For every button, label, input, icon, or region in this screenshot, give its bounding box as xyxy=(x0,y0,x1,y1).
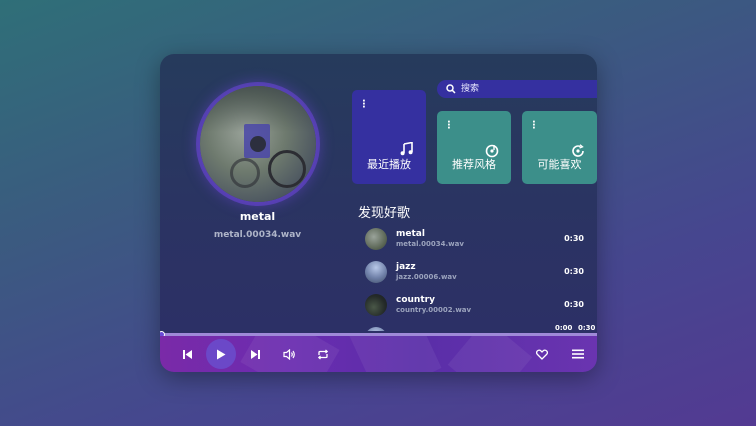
current-time: 0:00 xyxy=(555,324,573,332)
song-duration: 0:30 xyxy=(564,267,584,276)
song-duration: 0:30 xyxy=(564,300,584,309)
song-file: jazz.00006.wav xyxy=(396,273,457,281)
more-icon[interactable]: · · · xyxy=(447,118,451,134)
music-player-window: metal metal.00034.wav ··· 最近播放 ··· 推荐风格 … xyxy=(160,54,597,372)
album-art-disc xyxy=(200,86,316,202)
search-box[interactable] xyxy=(437,80,597,98)
play-icon xyxy=(217,349,226,359)
next-button[interactable] xyxy=(246,345,264,363)
hamburger-menu-icon xyxy=(572,349,584,359)
song-file: metal.00034.wav xyxy=(396,240,464,248)
search-input[interactable] xyxy=(461,81,591,97)
volume-icon xyxy=(282,348,295,360)
favorite-button[interactable] xyxy=(533,345,551,363)
song-thumbnail xyxy=(365,327,387,331)
section-title: 发现好歌 xyxy=(358,206,411,221)
song-row[interactable]: country country.00002.wav 0:30 xyxy=(365,292,590,325)
song-file: country.00002.wav xyxy=(396,306,472,314)
previous-button[interactable] xyxy=(178,345,196,363)
song-name: ... xyxy=(396,328,406,331)
volume-button[interactable] xyxy=(280,345,298,363)
more-icon[interactable]: · · · xyxy=(362,97,366,113)
song-name: jazz xyxy=(396,262,416,272)
song-thumbnail xyxy=(365,294,387,316)
repeat-icon xyxy=(317,349,329,359)
tile-label: 最近播放 xyxy=(367,158,411,171)
music-note-icon xyxy=(400,142,413,156)
now-playing-title: metal xyxy=(239,210,276,223)
song-list[interactable]: metal metal.00034.wav 0:30 jazz jazz.000… xyxy=(365,226,590,331)
heart-icon xyxy=(536,348,548,360)
repeat-button[interactable] xyxy=(314,345,332,363)
tile-recent-play[interactable]: · · · 最近播放 xyxy=(352,90,426,184)
more-icon[interactable]: · · · xyxy=(532,118,536,134)
tile-may-like[interactable]: · · · 可能喜欢 xyxy=(522,111,597,184)
search-icon xyxy=(446,84,456,94)
song-thumbnail xyxy=(365,228,387,250)
song-row[interactable]: metal metal.00034.wav 0:30 xyxy=(365,226,590,259)
tile-label: 可能喜欢 xyxy=(537,158,582,171)
tile-label: 推荐风格 xyxy=(452,158,496,171)
song-name: metal xyxy=(396,229,425,239)
tile-recommended-style[interactable]: · · · 推荐风格 xyxy=(437,111,511,184)
menu-button[interactable] xyxy=(569,345,587,363)
skip-forward-icon xyxy=(250,349,260,359)
song-name: country xyxy=(396,295,435,305)
song-row[interactable]: jazz jazz.00006.wav 0:30 xyxy=(365,259,590,292)
song-duration: 0:30 xyxy=(564,234,584,243)
control-bar xyxy=(160,336,597,372)
total-time: 0:30 xyxy=(578,324,596,332)
skip-back-icon xyxy=(182,349,192,359)
play-button[interactable] xyxy=(206,339,236,369)
song-thumbnail xyxy=(365,261,387,283)
now-playing-file: metal.00034.wav xyxy=(213,230,302,240)
